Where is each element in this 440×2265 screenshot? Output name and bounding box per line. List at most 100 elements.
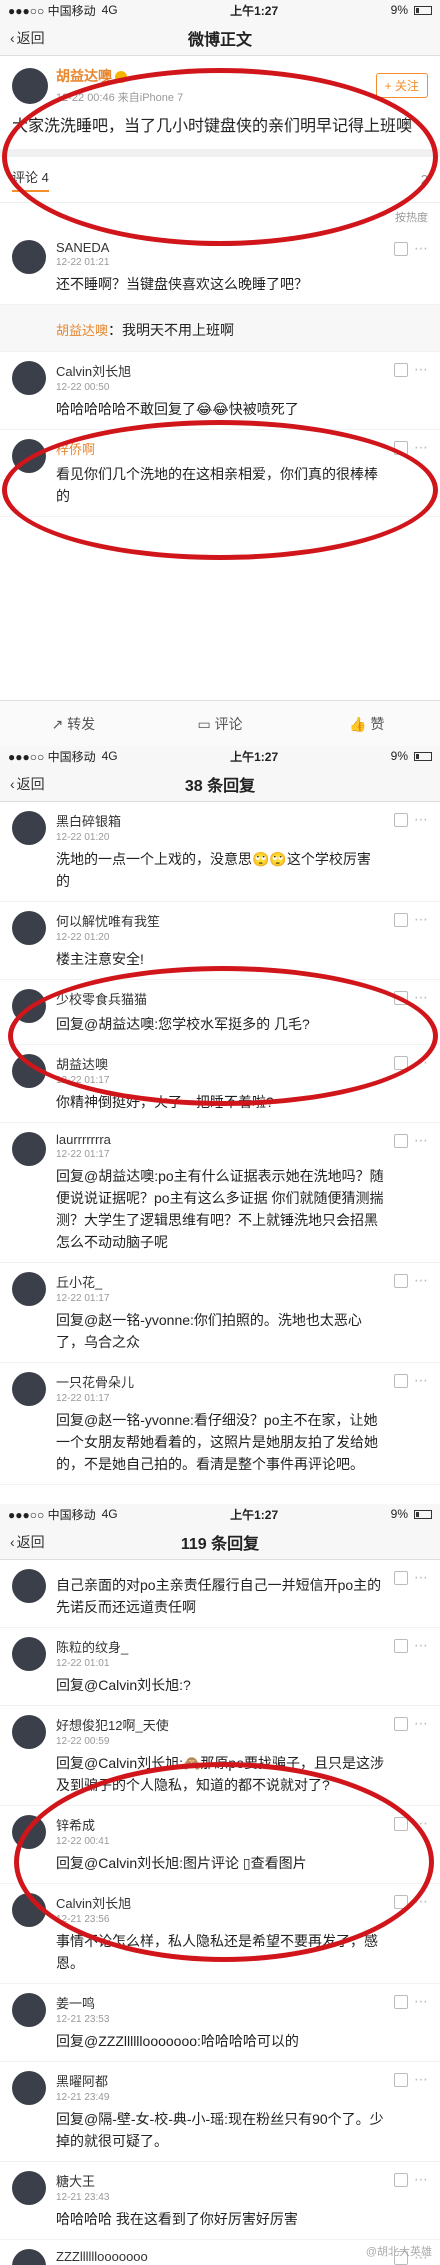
avatar[interactable]: [12, 1372, 46, 1406]
comment-author[interactable]: Calvin刘长旭: [56, 1893, 384, 1912]
more-icon[interactable]: ⋯: [414, 241, 428, 256]
comment-time: 12-21 23:53: [56, 2014, 110, 2025]
more-icon[interactable]: ⋯: [414, 2172, 428, 2187]
comment-item: 自己亲面的对po主亲责任履行自己一并短信开po主的先诺反而还远道责任啊 ⋯: [0, 1560, 440, 1628]
nav-bar: ‹ 返回 微博正文: [0, 20, 440, 56]
avatar[interactable]: [12, 1272, 46, 1306]
avatar[interactable]: [12, 911, 46, 945]
avatar[interactable]: [12, 989, 46, 1023]
thumbs-up-icon[interactable]: [394, 2073, 408, 2087]
comment-text: 事情不论怎么样，私人隐私还是希望不要再发了，感恩。: [56, 1933, 378, 1971]
comment-author[interactable]: 少校零食兵猫猫: [56, 989, 384, 1008]
comment-author[interactable]: 何以解忧唯有我笙: [56, 911, 384, 930]
avatar[interactable]: [12, 361, 46, 395]
more-icon[interactable]: ⋯: [414, 1638, 428, 1653]
comment-author[interactable]: 陈粒的纹身_: [56, 1637, 384, 1656]
thumbs-up-icon[interactable]: [394, 1895, 408, 1909]
avatar[interactable]: [12, 1715, 46, 1749]
avatar[interactable]: [12, 439, 46, 473]
battery-icon: [414, 5, 432, 15]
more-icon[interactable]: ⋯: [414, 1055, 428, 1070]
chevron-left-icon: ‹: [10, 775, 15, 792]
thumbs-up-icon[interactable]: [394, 1056, 408, 1070]
thumbs-up-icon[interactable]: [394, 363, 408, 377]
comment-author[interactable]: laurrrrrrra: [56, 1132, 384, 1147]
back-button[interactable]: ‹ 返回: [10, 28, 45, 48]
avatar[interactable]: [12, 1993, 46, 2027]
back-button[interactable]: ‹ 返回: [10, 774, 45, 794]
back-button[interactable]: ‹ 返回: [10, 1532, 45, 1552]
thumbs-up-icon[interactable]: [394, 441, 408, 455]
post-author[interactable]: 胡益达噢: [56, 68, 112, 84]
sort-toggle[interactable]: 按热度: [0, 203, 440, 231]
thumbs-up-icon[interactable]: [394, 1274, 408, 1288]
comment-author[interactable]: 黑曜阿都: [56, 2071, 384, 2090]
follow-button[interactable]: + 关注: [375, 73, 428, 98]
comment-author[interactable]: 丘小花_: [56, 1272, 384, 1291]
more-icon[interactable]: ⋯: [414, 2072, 428, 2087]
more-icon[interactable]: ⋯: [414, 1894, 428, 1909]
more-icon[interactable]: ⋯: [414, 1994, 428, 2009]
comment-author[interactable]: 一只花骨朵儿: [56, 1372, 384, 1391]
avatar[interactable]: [12, 1815, 46, 1849]
thumbs-up-icon[interactable]: [394, 1639, 408, 1653]
more-icon[interactable]: ⋯: [414, 812, 428, 827]
avatar[interactable]: [12, 240, 46, 274]
comment-author[interactable]: ZZZllllllooooooo: [56, 2249, 384, 2264]
avatar[interactable]: [12, 1637, 46, 1671]
more-icon[interactable]: ⋯: [414, 1273, 428, 1288]
more-icon[interactable]: ⋯: [414, 1570, 428, 1585]
more-icon[interactable]: ⋯: [414, 912, 428, 927]
comment-text: 还不睡啊？当键盘侠喜欢这么晚睡了吧？: [56, 276, 308, 292]
more-icon[interactable]: ⋯: [414, 1373, 428, 1388]
avatar[interactable]: [12, 2071, 46, 2105]
comment-author[interactable]: 胡益达噢: [56, 1054, 384, 1073]
thumbs-up-icon[interactable]: [394, 1134, 408, 1148]
reply-author[interactable]: 胡益达噢: [56, 323, 108, 338]
comment-button[interactable]: ▭ 评论: [147, 714, 294, 734]
avatar[interactable]: [12, 1132, 46, 1166]
battery-icon: [414, 1509, 432, 1519]
comment-author[interactable]: 姜一鸣: [56, 1993, 384, 2012]
comment-text: 回复@胡益达噢:po主有什么证据表示她在洗地吗？随便说说证据呢？po主有这么多证…: [56, 1168, 384, 1250]
thumbs-up-icon[interactable]: [394, 1571, 408, 1585]
watermark: @胡北大英雄: [365, 2246, 432, 2258]
more-icon[interactable]: ⋯: [414, 440, 428, 455]
more-icon[interactable]: ⋯: [414, 1133, 428, 1148]
thumbs-up-icon[interactable]: [394, 991, 408, 1005]
thumbs-up-icon[interactable]: [394, 242, 408, 256]
comment-author[interactable]: Calvin刘长旭: [56, 361, 384, 380]
carrier: ●●●○○ 中国移动: [8, 749, 96, 764]
network: 4G: [101, 749, 118, 763]
avatar[interactable]: [12, 2171, 46, 2205]
avatar[interactable]: [12, 2249, 46, 2265]
comment-author[interactable]: 好想俊犯12啊_天使: [56, 1715, 384, 1734]
thumbs-up-icon[interactable]: [394, 813, 408, 827]
comment-author[interactable]: 黑白碎银箱: [56, 811, 384, 830]
comment-text: 回复@Calvin刘长旭:🙈那原po要找骗子，且只是这涉及到骗子的个人隐私，知道…: [56, 1755, 385, 1793]
comment-author[interactable]: 糖大王: [56, 2171, 384, 2190]
avatar[interactable]: [12, 67, 48, 104]
carrier: ●●●○○ 中国移动: [8, 3, 96, 18]
more-icon[interactable]: ⋯: [414, 990, 428, 1005]
thumbs-up-icon[interactable]: [394, 1995, 408, 2009]
comment-author[interactable]: SANEDA: [56, 240, 384, 255]
avatar[interactable]: [12, 1054, 46, 1088]
like-button[interactable]: 👍 赞: [293, 714, 440, 734]
thumbs-up-icon[interactable]: [394, 2173, 408, 2187]
avatar[interactable]: [12, 1569, 46, 1603]
repost-button[interactable]: ↗ 转发: [0, 714, 147, 734]
thumbs-up-icon[interactable]: [394, 913, 408, 927]
avatar[interactable]: [12, 1893, 46, 1927]
more-icon[interactable]: ⋯: [414, 1716, 428, 1731]
thumbs-up-icon[interactable]: [394, 1817, 408, 1831]
thumbs-up-icon[interactable]: [394, 1717, 408, 1731]
more-icon[interactable]: ⋯: [414, 1816, 428, 1831]
comment-author[interactable]: 锌希成: [56, 1815, 384, 1834]
comment-author[interactable]: 梓侨啊: [56, 439, 384, 458]
tab-comments[interactable]: 评论 4: [12, 167, 49, 192]
thumbs-up-icon[interactable]: [394, 1374, 408, 1388]
avatar[interactable]: [12, 811, 46, 845]
clock: 上午1:27: [230, 749, 279, 764]
more-icon[interactable]: ⋯: [414, 362, 428, 377]
